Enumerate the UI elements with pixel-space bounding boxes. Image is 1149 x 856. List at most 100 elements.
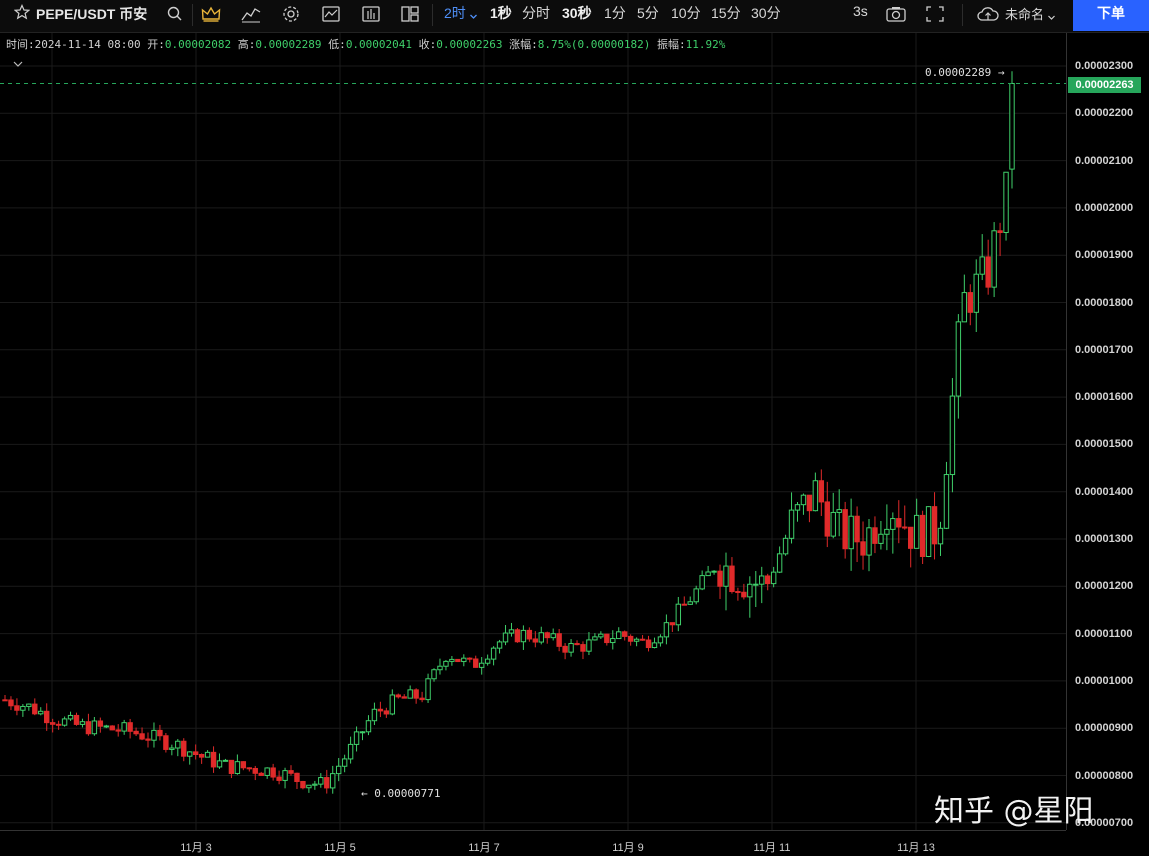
candle-body <box>228 759 235 774</box>
candle-body <box>610 638 616 644</box>
price-axis[interactable]: 0.00002300 0.00002200 0.00002100 0.00002000… <box>1066 33 1149 830</box>
candle-body <box>913 514 920 549</box>
candle-body <box>175 740 181 749</box>
candle-body <box>639 638 646 641</box>
interval-10m[interactable]: 10分 <box>671 3 701 23</box>
interval-30m[interactable]: 30分 <box>751 3 781 23</box>
candle-body <box>621 631 628 637</box>
low-value: 0.00002041 <box>345 38 413 51</box>
amplitude-label: 振幅: <box>657 38 686 51</box>
chevron-down-icon[interactable] <box>469 6 478 25</box>
last-price-label: 0.00002263 <box>1068 77 1141 93</box>
ohlc-legend: 时间:2024-11-14 08:00 开:0.00002082 高:0.000… <box>6 36 725 52</box>
candle-body <box>967 292 973 313</box>
cloud-upload-icon[interactable] <box>976 4 999 24</box>
candle-body <box>413 689 419 699</box>
candle-body <box>985 256 991 288</box>
candle-body <box>997 230 1003 233</box>
symbol-selector[interactable]: PEPE/USDT 币安 <box>13 2 147 26</box>
toolbar: PEPE/USDT 币安 2时 1秒 分时 30秒 1分 5分 10分 15分 … <box>0 0 1149 33</box>
candle-body <box>341 758 348 767</box>
candle-body <box>866 527 872 556</box>
candle-body <box>860 541 866 556</box>
candle-body <box>747 583 753 598</box>
interval-timeline[interactable]: 分时 <box>522 3 550 23</box>
place-order-button[interactable]: 下单 <box>1073 0 1149 31</box>
candle-body <box>586 639 592 652</box>
candle-body <box>532 638 539 643</box>
price-tick-label: 0.00002200 <box>1075 107 1134 120</box>
candle-body <box>711 570 717 573</box>
interval-30s[interactable]: 30秒 <box>562 3 592 23</box>
interval-2h[interactable]: 2时 <box>444 3 466 23</box>
candle-body <box>729 565 735 593</box>
search-icon[interactable] <box>165 4 187 24</box>
interval-1s[interactable]: 1秒 <box>490 3 512 23</box>
candle-body <box>556 633 562 647</box>
candle-body <box>461 657 467 663</box>
candle-body <box>753 583 759 586</box>
candle-body <box>14 705 20 711</box>
camera-icon[interactable] <box>885 4 907 24</box>
favorite-star-icon[interactable] <box>13 4 31 24</box>
price-tick-label: 0.00001000 <box>1075 674 1134 687</box>
layout-icon[interactable] <box>399 4 421 24</box>
candle-body <box>222 759 229 762</box>
candle-body <box>896 518 902 528</box>
open-value: 0.00002082 <box>164 38 232 51</box>
settings-gear-icon[interactable] <box>280 4 302 24</box>
candle-body <box>723 565 729 587</box>
candle-body <box>943 474 950 529</box>
candle-body <box>484 658 491 664</box>
price-tick-label: 0.00002000 <box>1075 201 1134 214</box>
price-tick-label: 0.00001800 <box>1075 296 1134 309</box>
candle-body <box>49 722 56 725</box>
close-value: 0.00002263 <box>436 38 503 51</box>
candlestick-chart[interactable] <box>0 33 1066 830</box>
candle-body <box>824 501 830 537</box>
candle-body <box>359 731 366 734</box>
candle-body <box>759 575 765 585</box>
candle-body <box>1003 171 1009 233</box>
candle-body <box>300 780 306 789</box>
candle-body <box>681 603 687 606</box>
candle-body <box>20 705 26 711</box>
interval-15m[interactable]: 15分 <box>711 3 741 23</box>
candle-body <box>282 770 288 781</box>
toolbar-divider <box>192 4 193 26</box>
collapse-legend-chevron-icon[interactable] <box>12 54 24 67</box>
indicators-icon[interactable] <box>240 4 262 24</box>
interval-5m[interactable]: 5分 <box>637 3 659 23</box>
candle-body <box>38 710 44 715</box>
chevron-down-icon[interactable] <box>1047 7 1056 26</box>
candle-body <box>419 697 425 701</box>
candle-body <box>252 767 258 774</box>
price-tick-label: 0.00001100 <box>1075 627 1133 640</box>
candle-body <box>818 480 825 503</box>
interval-1m[interactable]: 1分 <box>604 3 626 23</box>
candle-body <box>216 760 223 768</box>
candle-body <box>204 751 211 758</box>
fullscreen-icon[interactable] <box>924 4 946 24</box>
candle-body <box>794 504 801 511</box>
time-axis[interactable]: 11月 3 11月 5 11月 7 11月 9 11月 11 11月 13 <box>0 830 1066 856</box>
crown-icon[interactable] <box>200 4 222 24</box>
depth-chart-icon[interactable] <box>360 4 382 24</box>
candle-body <box>580 644 586 652</box>
candle-body <box>103 725 109 728</box>
layout-name[interactable]: 未命名 <box>1005 4 1044 23</box>
chart-type-icon[interactable] <box>320 4 342 24</box>
candle-body <box>198 754 205 758</box>
candle-body <box>782 537 789 555</box>
candle-body <box>854 515 860 543</box>
candle-body <box>32 703 38 715</box>
interval-3s[interactable]: 3s <box>853 3 868 19</box>
symbol-name[interactable]: PEPE/USDT 币安 <box>36 4 147 24</box>
candle-body <box>598 633 604 638</box>
price-tick-label: 0.00001600 <box>1075 391 1134 404</box>
high-label: 高: <box>237 38 256 51</box>
price-tick-label: 0.00000800 <box>1075 769 1134 782</box>
candle-body <box>490 647 497 660</box>
candle-body <box>67 714 74 720</box>
candle-body <box>449 658 455 662</box>
